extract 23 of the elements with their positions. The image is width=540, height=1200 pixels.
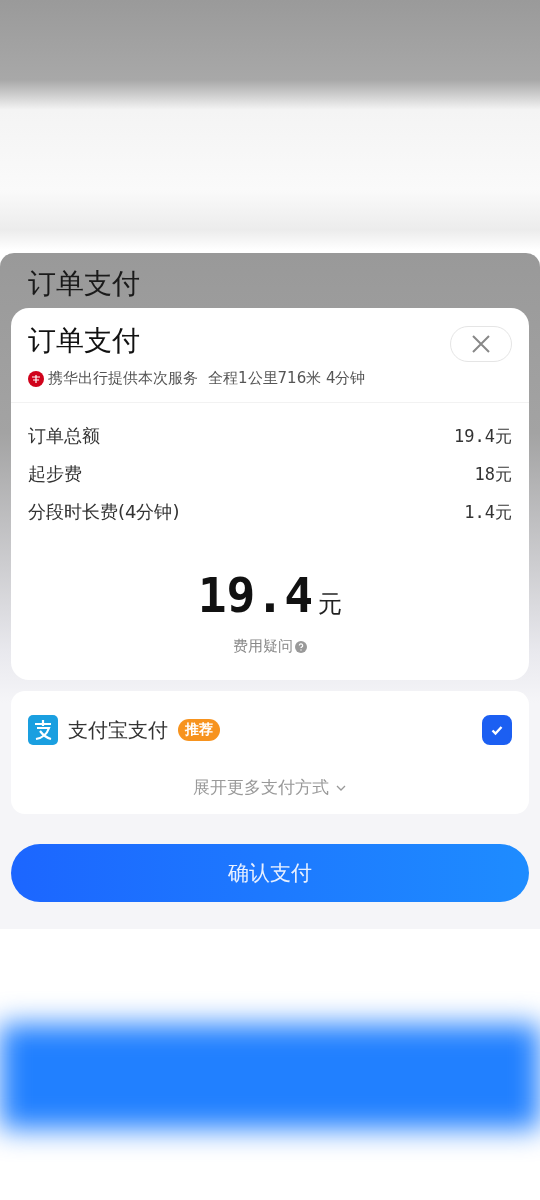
alipay-logo-icon bbox=[28, 715, 58, 745]
total-amount: 19.4 bbox=[197, 567, 314, 623]
payment-checkbox[interactable] bbox=[482, 715, 512, 745]
fee-label: 订单总额 bbox=[28, 424, 100, 448]
fee-label: 分段时长费(4分钟) bbox=[28, 500, 180, 524]
provider-text: 携华出行提供本次服务 bbox=[48, 369, 198, 388]
close-icon bbox=[471, 334, 491, 354]
fee-value: 19.4元 bbox=[454, 424, 512, 448]
fee-value: 18元 bbox=[474, 462, 512, 486]
trip-info: 全程1公里716米 4分钟 bbox=[208, 369, 366, 388]
more-payment-methods-button[interactable]: 展开更多支付方式 bbox=[187, 775, 353, 800]
dialog-title: 订单支付 bbox=[28, 323, 141, 359]
help-icon bbox=[295, 640, 307, 653]
background-title: 订单支付 bbox=[27, 266, 141, 302]
fee-value: 1.4元 bbox=[464, 500, 512, 524]
recommended-badge: 推荐 bbox=[178, 719, 220, 741]
payment-method-name: 支付宝支付 bbox=[68, 716, 168, 744]
fee-label: 起步费 bbox=[28, 462, 82, 486]
total-unit: 元 bbox=[318, 590, 343, 618]
close-button[interactable] bbox=[450, 326, 512, 362]
provider-logo-icon bbox=[28, 370, 44, 387]
fee-question-link[interactable]: 费用疑问 bbox=[233, 637, 293, 656]
confirm-payment-button[interactable]: 确认支付 bbox=[11, 844, 529, 902]
